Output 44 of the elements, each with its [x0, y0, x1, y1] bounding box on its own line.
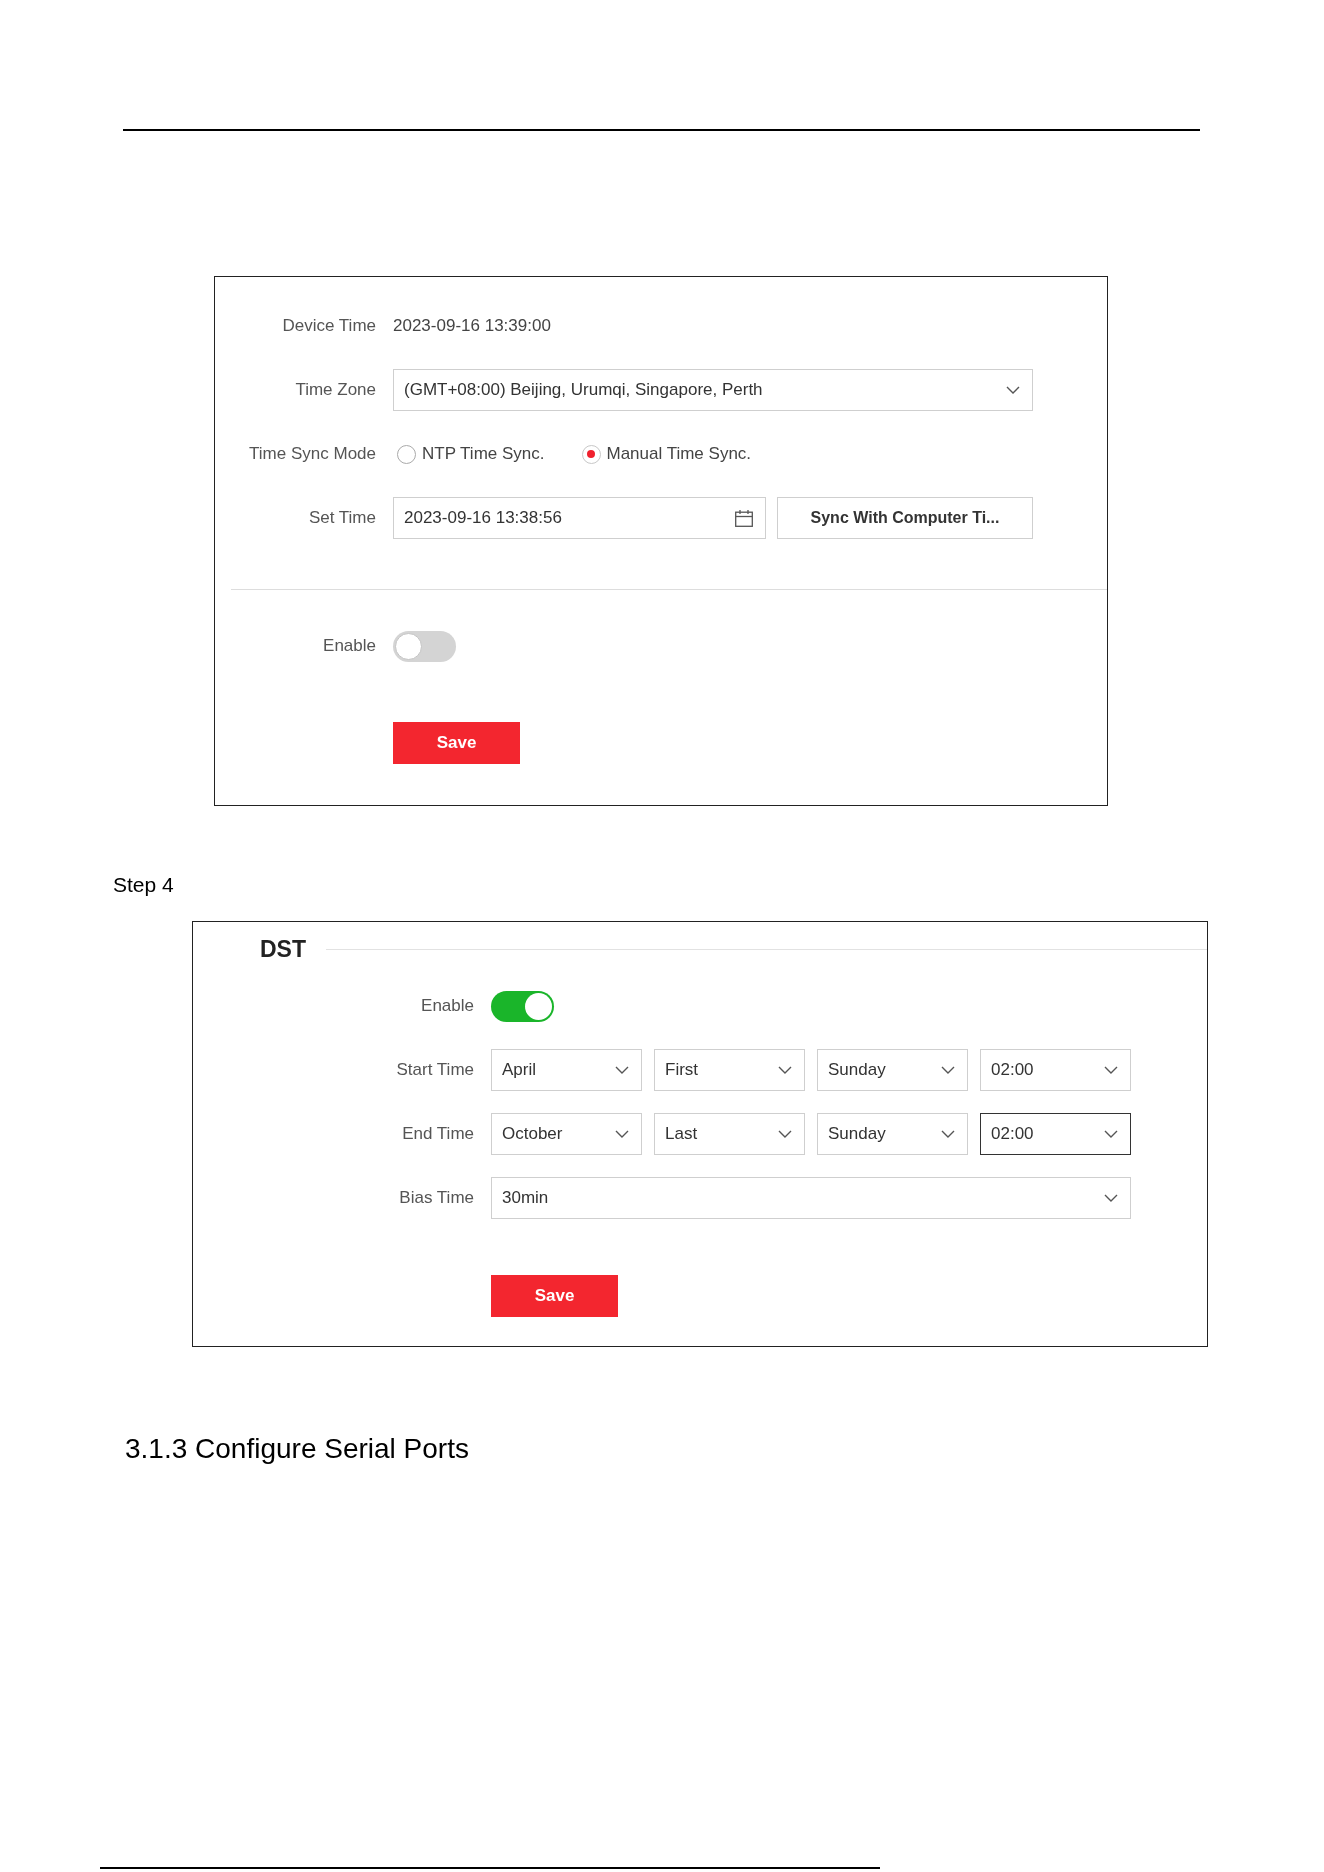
field-label: Start Time [395, 1060, 474, 1080]
dropdown-select[interactable]: First [654, 1049, 805, 1091]
date-time-field[interactable]: 2023-09-16 13:38:56 [393, 497, 766, 539]
radio-label[interactable]: Manual Time Sync. [606, 444, 752, 464]
radio-label[interactable]: NTP Time Sync. [422, 444, 545, 464]
toggle-switch[interactable] [491, 990, 554, 1022]
chevron-down-icon [1104, 1130, 1118, 1138]
dropdown-select[interactable]: 30min [491, 1177, 1131, 1219]
chevron-down-icon [778, 1066, 792, 1074]
device-time-value: 2023-09-16 13:39:00 [393, 316, 552, 336]
field-label: Bias Time [398, 1188, 474, 1208]
field-label: Enable [420, 996, 474, 1016]
time-zone-select[interactable]: (GMT+08:00) Beijing, Urumqi, Singapore, Perth [393, 369, 1033, 411]
field-label: Enable [322, 636, 376, 656]
step-label: Step 4 [113, 872, 175, 898]
section-heading: 3.1.3 Configure Serial Ports [125, 1432, 470, 1466]
chevron-down-icon [1104, 1194, 1118, 1202]
dropdown-select[interactable]: October [491, 1113, 642, 1155]
dropdown-select[interactable]: April [491, 1049, 642, 1091]
chevron-down-icon [941, 1130, 955, 1138]
chevron-down-icon [778, 1130, 792, 1138]
field-label: End Time [401, 1124, 474, 1144]
chevron-down-icon [941, 1066, 955, 1074]
field-label: Time Zone [294, 380, 376, 400]
dropdown-select[interactable]: Last [654, 1113, 805, 1155]
field-label: Set Time [307, 508, 376, 528]
dropdown-select[interactable]: 02:00 [980, 1113, 1131, 1155]
calendar-icon [735, 509, 753, 527]
chevron-down-icon [1104, 1066, 1118, 1074]
chevron-down-icon [1006, 386, 1020, 394]
chevron-down-icon [615, 1130, 629, 1138]
save-button[interactable]: Save [491, 1275, 618, 1317]
toggle-switch[interactable] [393, 630, 456, 662]
dropdown-select[interactable]: Sunday [817, 1113, 968, 1155]
radio-button[interactable] [581, 444, 601, 464]
dropdown-select[interactable]: 02:00 [980, 1049, 1131, 1091]
section-title: DST [260, 935, 306, 963]
field-label: Device Time [281, 316, 376, 336]
dropdown-select[interactable]: Sunday [817, 1049, 968, 1091]
save-button[interactable]: Save [393, 722, 520, 764]
radio-button[interactable] [397, 444, 416, 464]
chevron-down-icon [615, 1066, 629, 1074]
field-label: Time Sync Mode [248, 444, 376, 464]
sync-button[interactable]: Sync With Computer Ti... [777, 497, 1033, 539]
